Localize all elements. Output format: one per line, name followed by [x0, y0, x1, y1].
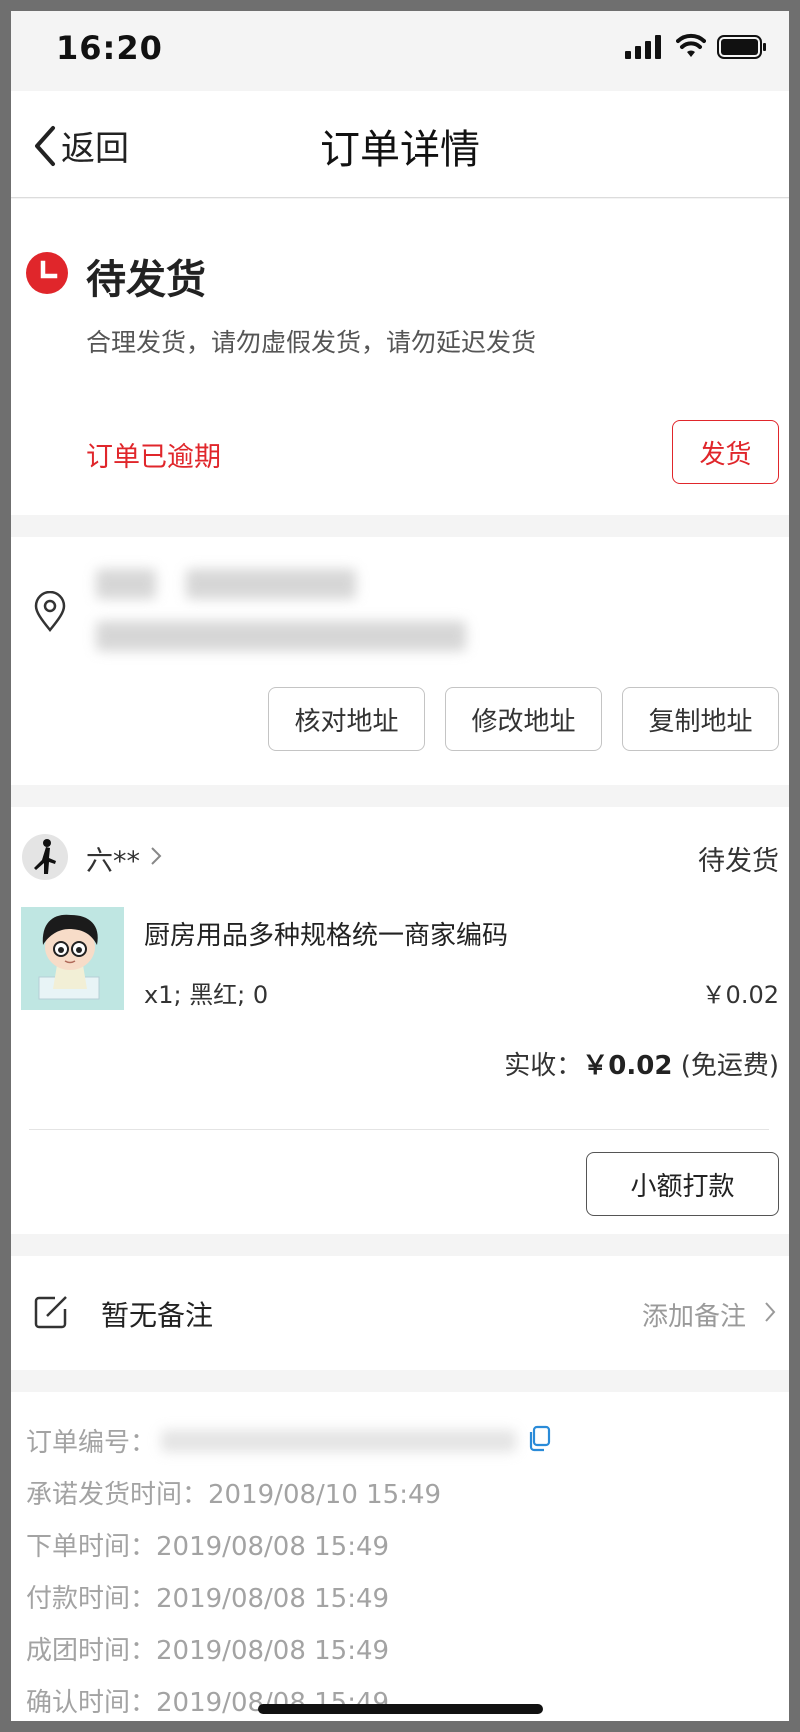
edit-note-icon	[34, 1296, 67, 1329]
divider	[29, 1129, 769, 1130]
clock-icon	[26, 252, 68, 294]
info-label: 承诺发货时间：	[26, 1480, 209, 1510]
order-number-redacted	[161, 1430, 516, 1452]
overdue-label: 订单已逾期	[86, 442, 221, 473]
info-label: 下单时间：	[26, 1532, 157, 1562]
verify-address-button[interactable]: 核对地址	[268, 687, 425, 751]
add-note-link[interactable]: 添加备注	[642, 1296, 746, 1333]
note-card[interactable]: 暂无备注 添加备注	[11, 1256, 789, 1370]
info-value: 2019/08/08 15:49	[156, 1532, 390, 1562]
wifi-icon	[676, 33, 706, 57]
buyer-avatar[interactable]	[22, 834, 68, 880]
product-price: ￥0.02	[701, 981, 779, 1009]
order-status-title: 待发货	[86, 257, 206, 303]
order-placed-time: 下单时间：2019/08/08 15:49	[26, 1526, 389, 1563]
info-label: 确认时间：	[26, 1688, 157, 1718]
order-status-label: 待发货	[698, 846, 779, 877]
page-title: 订单详情	[320, 127, 480, 173]
recipient-phone-redacted	[186, 569, 356, 599]
shipping-notice: 合理发货，请勿虚假发货，请勿延迟发货	[86, 328, 537, 357]
home-indicator[interactable]	[258, 1704, 543, 1714]
copy-address-button[interactable]: 复制地址	[622, 687, 779, 751]
copy-icon[interactable]	[526, 1425, 552, 1453]
info-value: 2019/08/10 15:49	[208, 1480, 442, 1510]
received-label: 实收：	[504, 1051, 583, 1081]
payment-time: 付款时间：2019/08/08 15:49	[26, 1578, 389, 1615]
order-number-label: 订单编号：	[26, 1428, 157, 1458]
order-card: 六** 待发货 厨房用品多种规格统一商家编码 x1; 黑红; 0 ￥0.02 实…	[11, 807, 789, 1234]
received-amount: ￥0.02	[582, 1051, 673, 1081]
chevron-right-icon	[765, 1302, 776, 1322]
info-label: 付款时间：	[26, 1584, 157, 1614]
recipient-address-redacted	[96, 621, 466, 651]
promised-ship-time: 承诺发货时间：2019/08/10 15:49	[26, 1474, 441, 1511]
small-payment-button[interactable]: 小额打款	[586, 1152, 779, 1216]
buyer-name[interactable]: 六**	[86, 839, 140, 878]
received-amount-line: 实收：￥0.02 (免运费)	[504, 1045, 779, 1082]
info-label: 成团时间：	[26, 1636, 157, 1666]
note-text: 暂无备注	[101, 1299, 214, 1332]
chevron-right-icon	[151, 847, 162, 865]
info-value: 2019/08/08 15:49	[156, 1636, 390, 1666]
product-name[interactable]: 厨房用品多种规格统一商家编码	[144, 915, 508, 952]
address-card: 核对地址 修改地址 复制地址	[11, 537, 789, 785]
nav-bar: 返回 订单详情	[11, 91, 789, 198]
info-value: 2019/08/08 15:49	[156, 1584, 390, 1614]
signal-icon	[625, 35, 661, 59]
ship-button[interactable]: 发货	[672, 420, 779, 484]
battery-icon	[717, 35, 766, 59]
phone-screen: 16:20 返回 订单详情 待发货 合理发货，请勿虚假发货，请勿延迟发货 订单已…	[11, 11, 789, 1721]
order-info-card: 订单编号： 承诺发货时间：2019/08/10 15:49 下单时间：2019/…	[11, 1392, 789, 1721]
product-spec: x1; 黑红; 0	[144, 981, 269, 1009]
product-thumbnail[interactable]	[21, 907, 124, 1010]
recipient-name-redacted	[96, 569, 156, 599]
location-pin-icon	[34, 591, 66, 632]
edit-address-button[interactable]: 修改地址	[445, 687, 602, 751]
order-status-card: 待发货 合理发货，请勿虚假发货，请勿延迟发货 订单已逾期 发货	[11, 199, 789, 515]
status-time: 16:20	[56, 29, 163, 67]
group-formed-time: 成团时间：2019/08/08 15:49	[26, 1630, 389, 1667]
shipping-fee-note: (免运费)	[680, 1051, 779, 1081]
